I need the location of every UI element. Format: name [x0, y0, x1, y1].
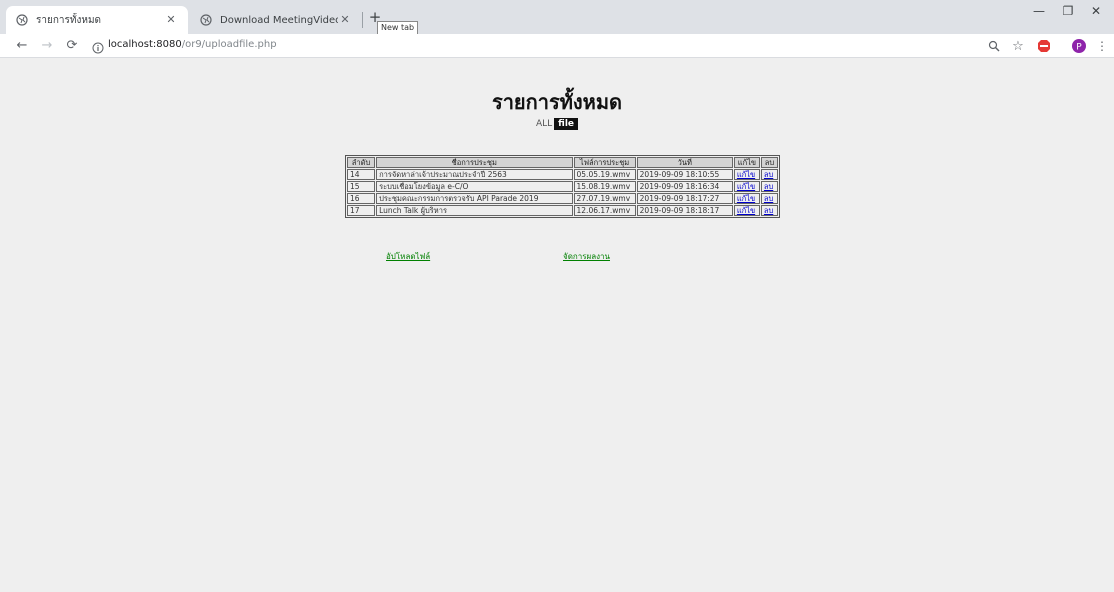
delete-link[interactable]: ลบ — [764, 182, 773, 191]
tab-strip: รายการทั้งหมด ✕ Download MeetingVideo ✕ … — [0, 0, 1114, 35]
forward-arrow-icon[interactable]: → — [37, 36, 57, 56]
cell-delete: ลบ — [760, 205, 778, 216]
filter-row: ALL file — [0, 118, 1114, 130]
cell-date: 2019-09-09 18:18:17 — [636, 205, 733, 216]
cell-edit: แก้ไข — [733, 169, 760, 180]
table-row: 17 Lunch Talk ผู้บริหาร 12.06.17.wmv 201… — [347, 205, 778, 216]
cell-delete: ลบ — [760, 193, 778, 204]
close-tab-icon[interactable]: ✕ — [338, 13, 352, 27]
back-arrow-icon[interactable]: ← — [12, 36, 32, 56]
cell-date: 2019-09-09 18:17:27 — [636, 193, 733, 204]
table-row: 16 ประชุมคณะกรรมการตรวจรับ API Parade 20… — [347, 193, 778, 204]
globe-icon — [200, 14, 212, 26]
upload-file-link[interactable]: อัปโหลดไฟล์ — [386, 250, 430, 263]
svg-text:P: P — [1076, 43, 1082, 53]
close-tab-icon[interactable]: ✕ — [164, 13, 178, 27]
cell-delete: ลบ — [760, 169, 778, 180]
tab-inactive[interactable]: Download MeetingVideo ✕ — [190, 6, 362, 34]
cell-id: 15 — [347, 181, 376, 192]
zoom-icon[interactable] — [986, 38, 1002, 54]
col-header-delete: ลบ — [760, 157, 778, 168]
cell-edit: แก้ไข — [733, 181, 760, 192]
cell-file: 27.07.19.wmv — [573, 193, 636, 204]
table-header-row: ลำดับ ชื่อการประชุม ไฟล์การประชุม วันที่… — [347, 157, 778, 168]
new-tab-tooltip: New tab — [377, 21, 419, 35]
reload-icon[interactable]: ⟳ — [62, 36, 82, 56]
info-icon[interactable] — [92, 39, 104, 54]
address-bar[interactable]: localhost:8080/or9/uploadfile.php — [108, 39, 277, 50]
page-content: รายการทั้งหมด ALL file ลำดับ ชื่อการประชุ… — [0, 59, 1114, 592]
bookmark-star-icon[interactable]: ☆ — [1010, 38, 1026, 54]
delete-link[interactable]: ลบ — [764, 170, 773, 179]
filter-file-chip[interactable]: file — [554, 118, 579, 130]
page-title: รายการทั้งหมด — [491, 90, 623, 114]
cell-file: 05.05.19.wmv — [573, 169, 636, 180]
edit-link[interactable]: แก้ไข — [737, 206, 755, 215]
tab-title: รายการทั้งหมด — [36, 14, 102, 26]
globe-icon — [16, 14, 28, 26]
edit-link[interactable]: แก้ไข — [737, 170, 755, 179]
cell-name: การจัดหาล่าเจ้าประมาณประจำปี 2563 — [376, 169, 573, 180]
col-header-order: ลำดับ — [347, 157, 376, 168]
tab-separator — [362, 12, 363, 28]
filter-all[interactable]: ALL — [536, 119, 552, 129]
records-table: ลำดับ ชื่อการประชุม ไฟล์การประชุม วันที่… — [345, 155, 780, 218]
tab-title: Download MeetingVideo — [220, 14, 338, 26]
cell-name: Lunch Talk ผู้บริหาร — [376, 205, 573, 216]
cell-date: 2019-09-09 18:16:34 — [636, 181, 733, 192]
edit-link[interactable]: แก้ไข — [737, 182, 755, 191]
cell-edit: แก้ไข — [733, 193, 760, 204]
cell-id: 17 — [347, 205, 376, 216]
cell-date: 2019-09-09 18:10:55 — [636, 169, 733, 180]
delete-link[interactable]: ลบ — [764, 194, 773, 203]
delete-link[interactable]: ลบ — [764, 206, 773, 215]
more-menu-icon[interactable]: ⋮ — [1094, 38, 1110, 54]
close-window-icon[interactable]: ✕ — [1084, 4, 1108, 18]
table-row: 14 การจัดหาล่าเจ้าประมาณประจำปี 2563 05.… — [347, 169, 778, 180]
cell-file: 15.08.19.wmv — [573, 181, 636, 192]
profile-avatar[interactable]: P — [1071, 38, 1087, 54]
table-row: 15 ระบบเชื่อมโยงข้อมูล e-C/O 15.08.19.wm… — [347, 181, 778, 192]
tab-active[interactable]: รายการทั้งหมด ✕ — [6, 6, 188, 34]
col-header-date: วันที่ — [636, 157, 733, 168]
cell-id: 16 — [347, 193, 376, 204]
cell-file: 12.06.17.wmv — [573, 205, 636, 216]
browser-toolbar: ← → ⟳ localhost:8080/or9/uploadfile.php … — [0, 34, 1114, 58]
col-header-file: ไฟล์การประชุม — [573, 157, 636, 168]
cell-id: 14 — [347, 169, 376, 180]
cell-delete: ลบ — [760, 181, 778, 192]
cell-edit: แก้ไข — [733, 205, 760, 216]
col-header-edit: แก้ไข — [733, 157, 760, 168]
cell-name: ประชุมคณะกรรมการตรวจรับ API Parade 2019 — [376, 193, 573, 204]
col-header-name: ชื่อการประชุม — [376, 157, 573, 168]
address-path: /or9/uploadfile.php — [181, 39, 277, 50]
address-host: localhost:8080 — [108, 39, 182, 50]
maximize-window-icon[interactable]: ❐ — [1056, 4, 1080, 18]
minimize-window-icon[interactable]: — — [1027, 4, 1051, 18]
adblock-icon[interactable] — [1036, 38, 1052, 54]
edit-link[interactable]: แก้ไข — [737, 194, 755, 203]
cell-name: ระบบเชื่อมโยงข้อมูล e-C/O — [376, 181, 573, 192]
manage-works-link[interactable]: จัดการผลงาน — [563, 250, 610, 263]
